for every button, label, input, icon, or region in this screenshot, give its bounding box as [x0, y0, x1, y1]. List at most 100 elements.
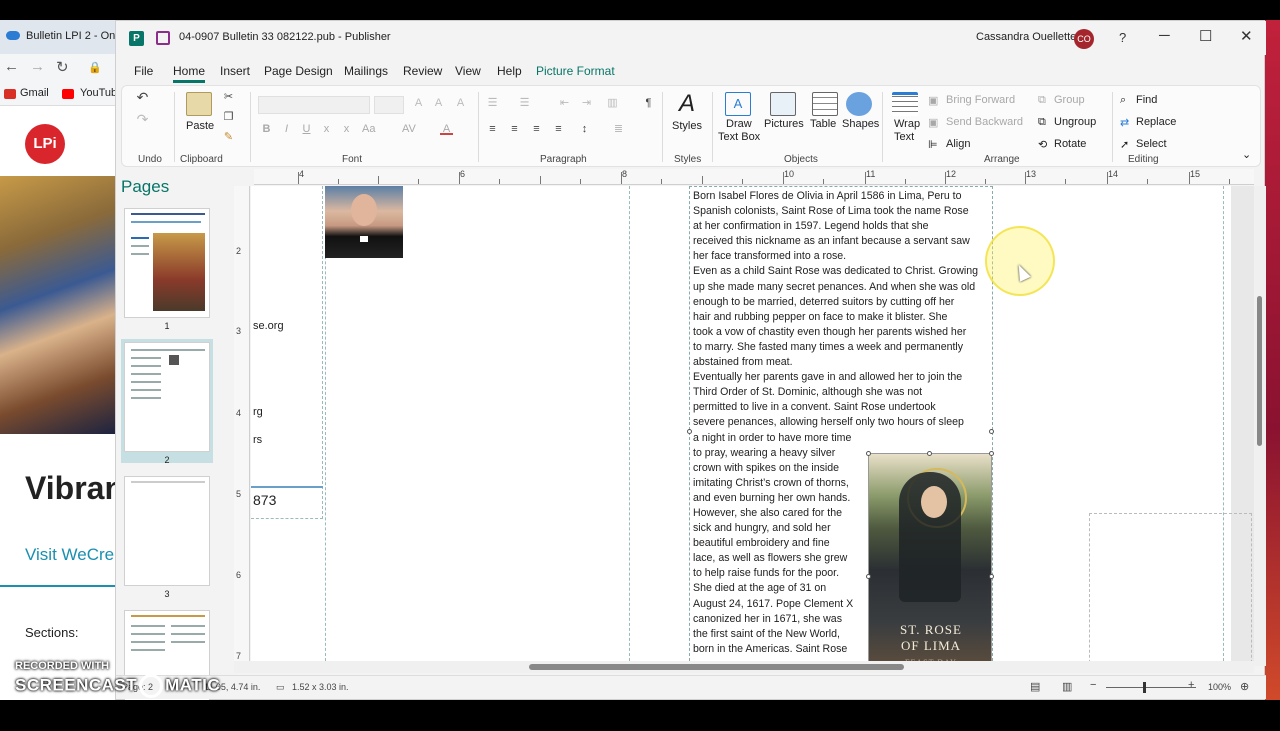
saint-rose-image[interactable]: ST. ROSE OF LIMA FEAST DAY: [868, 453, 992, 666]
avatar[interactable]: CO: [1074, 29, 1094, 49]
bookmark-gmail[interactable]: Gmail: [20, 87, 49, 99]
tab-help[interactable]: Help: [497, 64, 522, 78]
font-family-field[interactable]: [258, 96, 370, 114]
copy-icon[interactable]: ❐: [222, 112, 235, 123]
vertical-scrollbar[interactable]: [1254, 186, 1266, 666]
zoom-out-icon[interactable]: −: [1090, 679, 1096, 691]
align-button[interactable]: Align: [946, 138, 970, 150]
reload-icon[interactable]: ↻: [56, 58, 69, 76]
empty-frame[interactable]: [1089, 513, 1252, 666]
align-icon[interactable]: ⊫: [928, 138, 938, 151]
pictures-icon[interactable]: [770, 92, 796, 116]
undo-icon[interactable]: ↶: [136, 90, 149, 104]
resize-handle[interactable]: [866, 574, 871, 579]
tab-picture-format[interactable]: Picture Format: [536, 64, 615, 78]
clear-formatting-icon[interactable]: A: [454, 98, 467, 109]
replace-icon[interactable]: ⇄: [1120, 116, 1129, 129]
fit-page-icon[interactable]: ⊕: [1240, 680, 1249, 693]
bullets-icon[interactable]: ☰: [486, 98, 499, 109]
two-page-view-icon[interactable]: ▥: [1062, 680, 1072, 693]
character-spacing-icon[interactable]: AV: [402, 124, 416, 135]
forward-icon[interactable]: →: [30, 58, 45, 75]
redo-icon[interactable]: ↷: [136, 112, 149, 126]
maximize-icon[interactable]: ☐: [1199, 27, 1212, 45]
tab-view[interactable]: View: [455, 64, 481, 78]
replace-button[interactable]: Replace: [1136, 116, 1176, 128]
left-text-frame[interactable]: [251, 186, 323, 519]
group-button[interactable]: Group: [1054, 94, 1085, 106]
increase-indent-icon[interactable]: ⇥: [580, 98, 593, 109]
shapes-button[interactable]: Shapes: [842, 118, 879, 130]
paste-icon[interactable]: [186, 92, 212, 116]
close-icon[interactable]: ✕: [1240, 27, 1253, 45]
bold-icon[interactable]: B: [260, 124, 273, 135]
zoom-slider-handle[interactable]: [1143, 682, 1146, 693]
rotate-icon[interactable]: ⟲: [1038, 138, 1047, 151]
resize-handle[interactable]: [989, 451, 994, 456]
select-cursor-icon[interactable]: ➚: [1120, 138, 1129, 151]
vertical-scroll-thumb[interactable]: [1257, 296, 1262, 446]
resize-handle[interactable]: [989, 574, 994, 579]
page-thumbnail-1[interactable]: 1: [121, 205, 213, 331]
publication-page[interactable]: se.org rg rs 873 Born Isabel Flores de O…: [251, 186, 1252, 666]
group-icon[interactable]: ⧉: [1038, 94, 1046, 107]
align-center-icon[interactable]: ≡: [508, 124, 521, 135]
ungroup-button[interactable]: Ungroup: [1054, 116, 1096, 128]
justify-icon[interactable]: ≡: [552, 124, 565, 135]
cut-icon[interactable]: ✂: [222, 92, 235, 103]
horizontal-ruler[interactable]: 4 6 8 10 11 12 13 14 15: [254, 169, 1254, 185]
tab-review[interactable]: Review: [403, 64, 442, 78]
underline-icon[interactable]: U: [300, 124, 313, 135]
find-button[interactable]: Find: [1136, 94, 1157, 106]
zoom-level[interactable]: 100%: [1208, 682, 1231, 692]
resize-handle[interactable]: [989, 429, 994, 434]
paste-button[interactable]: Paste: [186, 120, 214, 132]
draw-text-box-icon[interactable]: A: [725, 92, 751, 116]
shapes-icon[interactable]: [846, 92, 872, 116]
tab-mailings[interactable]: Mailings: [344, 64, 388, 78]
draw-text-box-button-line2[interactable]: Text Box: [718, 131, 760, 143]
bring-forward-icon[interactable]: ▣: [928, 94, 938, 107]
styles-button[interactable]: Styles: [672, 120, 702, 132]
draw-text-box-button-line1[interactable]: Draw: [726, 118, 752, 130]
help-icon[interactable]: ?: [1119, 30, 1126, 45]
zoom-in-icon[interactable]: +: [1188, 679, 1194, 691]
subscript-icon[interactable]: x: [320, 124, 333, 135]
resize-handle[interactable]: [866, 451, 871, 456]
save-icon[interactable]: [156, 31, 170, 45]
tab-home[interactable]: Home: [173, 64, 206, 83]
browser-link[interactable]: Visit WeCre: [25, 545, 114, 565]
italic-icon[interactable]: I: [280, 124, 293, 135]
send-backward-icon[interactable]: ▣: [928, 116, 938, 129]
rotate-button[interactable]: Rotate: [1054, 138, 1086, 150]
font-size-field[interactable]: [374, 96, 404, 114]
tab-insert[interactable]: Insert: [220, 64, 250, 78]
wrap-text-button-line1[interactable]: Wrap: [894, 118, 920, 130]
table-icon[interactable]: [812, 92, 838, 116]
tab-page-design[interactable]: Page Design: [264, 64, 333, 78]
horizontal-scroll-thumb[interactable]: [529, 664, 904, 670]
wrap-text-button-line2[interactable]: Text: [894, 131, 914, 143]
pictures-button[interactable]: Pictures: [764, 118, 804, 130]
show-marks-icon[interactable]: ¶: [642, 98, 655, 109]
numbering-icon[interactable]: ☰: [518, 98, 531, 109]
decrease-indent-icon[interactable]: ⇤: [558, 98, 571, 109]
select-button[interactable]: Select: [1136, 138, 1167, 150]
priest-photo[interactable]: [325, 186, 403, 258]
align-left-icon[interactable]: ≡: [486, 124, 499, 135]
page-thumbnail-2[interactable]: 2: [121, 339, 213, 465]
horizontal-scrollbar[interactable]: [234, 661, 1254, 673]
browser-tab[interactable]: Bulletin LPI 2 - OneD: [0, 20, 129, 54]
font-color-icon[interactable]: A: [440, 124, 453, 135]
search-icon[interactable]: ⌕: [1120, 94, 1126, 107]
format-painter-icon[interactable]: ✎: [222, 132, 235, 143]
paragraph-spacing-icon[interactable]: ≣: [612, 124, 625, 135]
collapse-ribbon-icon[interactable]: ⌄: [1242, 148, 1251, 161]
back-icon[interactable]: ←: [4, 58, 19, 75]
minimize-icon[interactable]: ─: [1159, 27, 1170, 44]
resize-handle[interactable]: [687, 429, 692, 434]
tab-file[interactable]: File: [134, 64, 153, 78]
ungroup-icon[interactable]: ⧉: [1038, 116, 1046, 129]
change-case-icon[interactable]: Aa: [362, 124, 375, 135]
lpi-logo[interactable]: LPi: [25, 124, 65, 164]
